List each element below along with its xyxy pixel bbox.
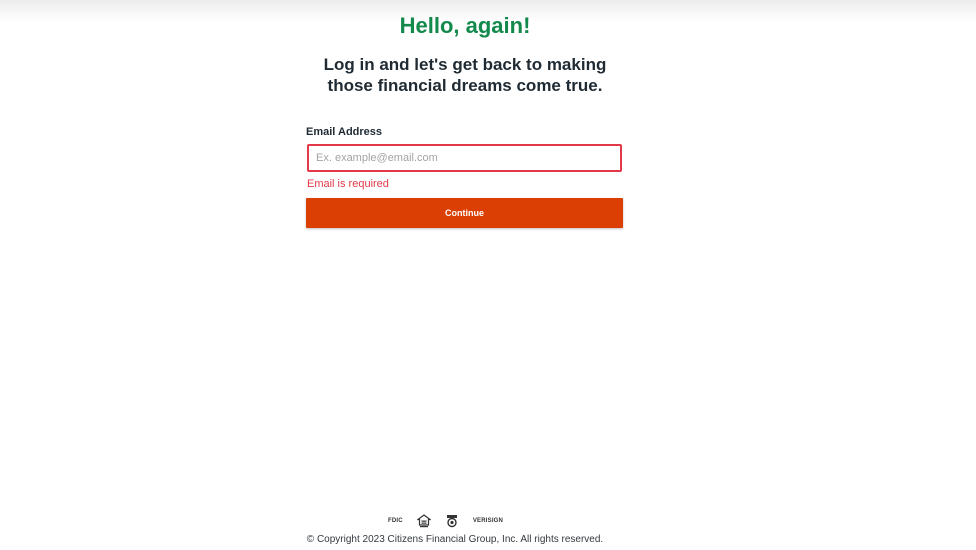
copyright-notice: © Copyright 2023 Citizens Financial Grou… — [306, 534, 604, 545]
email-field[interactable] — [307, 144, 622, 172]
subtitle-line-2: those financial dreams come true. — [327, 76, 603, 95]
login-form: Email Address Email is required Continue — [306, 126, 623, 228]
fdic-badge: FDIC — [388, 518, 403, 524]
email-error-message: Email is required — [307, 178, 389, 190]
trust-badges: FDIC VERISIGN — [388, 513, 518, 529]
email-label: Email Address — [306, 126, 383, 138]
page-subtitle: Log in and let's get back to making thos… — [0, 54, 930, 96]
continue-button[interactable]: Continue — [306, 198, 623, 228]
verisign-badge: VERISIGN — [472, 518, 504, 524]
page-title: Hello, again! — [399, 13, 531, 38]
login-page: Hello, again! Log in and let's get back … — [0, 0, 976, 550]
equal-housing-lender-icon — [416, 514, 432, 528]
security-seal-icon — [445, 514, 459, 528]
subtitle-line-1: Log in and let's get back to making — [323, 55, 607, 74]
